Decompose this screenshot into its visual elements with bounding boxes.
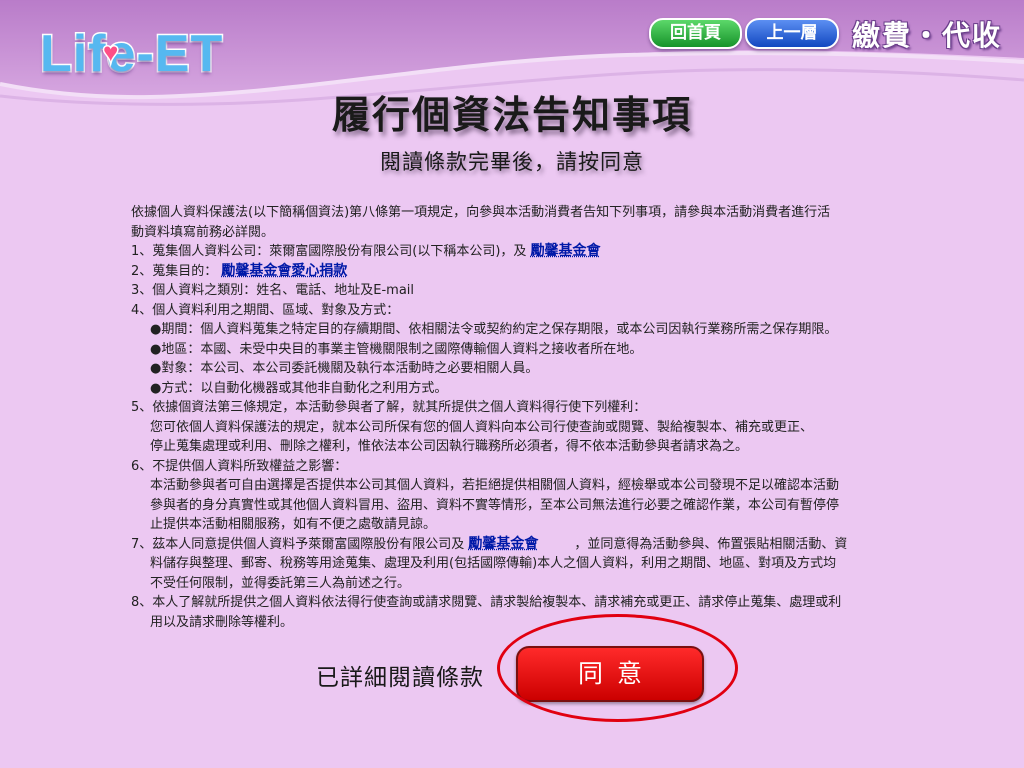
annotation-circle — [497, 614, 738, 722]
privacy-terms-text: 依據個人資料保護法(以下簡稱個資法)第八條第一項規定，向參與本活動消費者告知下列… — [131, 203, 897, 632]
terms-item-4-region: ●地區：本國、未受中央目的事業主管機關限制之國際傳輸個人資料之接收者所在地。 — [150, 341, 643, 357]
logo-text: Life-ET — [38, 25, 224, 83]
page-subtitle: 閱讀條款完畢後，請按同意 — [380, 150, 644, 174]
terms-item-5-line1: 您可依個人資料保護法的規定，就本公司所保有您的個人資料向本公司行使查詢或閱覽、製… — [150, 419, 814, 435]
terms-item-4-method: ●方式：以自動化機器或其他非自動化之利用方式。 — [150, 380, 448, 396]
page-title: 履行個資法告知事項 — [331, 93, 692, 137]
terms-item-2: 2、蒐集目的： 勵馨基金會愛心捐款 — [131, 262, 348, 279]
confirm-read-label: 已詳細閱讀條款 — [316, 665, 484, 691]
terms-item-4-target: ●對象：本公司、本公司委託機關及執行本活動時之必要相關人員。 — [150, 361, 539, 376]
terms-item-6-line1: 本活動參與者可自由選擇是否提供本公司其個人資料，若拒絕提供相關個人資料，經檢舉或… — [150, 478, 840, 493]
home-button[interactable]: 回首頁 — [649, 18, 742, 49]
terms-item-8: 8、本人了解就所提供之個人資料依法得行使查詢或請求閱覽、請求製給複製本、請求補充… — [131, 595, 842, 610]
terms-item-1: 1、蒐集個人資料公司：萊爾富國際股份有限公司(以下稱本公司)，及 勵馨基金會 — [131, 243, 601, 259]
terms-item-7: 7、茲本人同意提供個人資料予萊爾富國際股份有限公司及 勵馨基金會 ，並同意得為活動… — [131, 535, 848, 552]
terms-intro-cont: 動資料填寫前務必詳閱。 — [131, 224, 275, 240]
section-title: 繳費・代收 — [852, 19, 1003, 52]
terms-item-7-line2: 料儲存與整理、郵寄、稅務等用途蒐集、處理及利用(包括國際傳輸)本人之個人資料，利… — [150, 556, 837, 571]
life-et-logo[interactable]: ♥ Life-ET — [38, 25, 224, 83]
terms-item-4: 4、個人資料利用之期間、區域、對象及方式： — [131, 302, 400, 318]
org-name: 勵馨基金會 — [530, 243, 601, 259]
donation-purpose: 勵馨基金會愛心捐款 — [221, 262, 348, 279]
terms-item-3: 3、個人資料之類別：姓名、電話、地址及E-mail — [131, 283, 415, 298]
heart-icon: ♥ — [101, 37, 120, 67]
terms-item-6-line3: 止提供本活動相關服務，如有不便之處敬請見諒。 — [150, 517, 437, 532]
back-button[interactable]: 上一層 — [745, 18, 839, 49]
terms-intro: 依據個人資料保護法(以下簡稱個資法)第八條第一項規定，向參與本活動消費者告知下列… — [131, 205, 831, 220]
terms-item-5: 5、依據個資法第三條規定，本活動參與者了解，就其所提供之個人資料得行使下列權利： — [131, 400, 647, 415]
org-name: 勵馨基金會 — [468, 535, 539, 552]
terms-item-6-line2: 參與者的身分真實性或其他個人資料冒用、盜用、資料不實等情形，至本公司無法進行必要… — [150, 497, 840, 513]
terms-item-5-line2: 停止蒐集處理或利用、刪除之權利，惟依法本公司因執行職務所必須者，得不依本活動參與… — [150, 439, 749, 454]
terms-item-6: 6、不提供個人資料所致權益之影響： — [131, 458, 348, 474]
terms-item-4-period: ●期間：個人資料蒐集之特定目的存續期間、依相關法令或契約約定之保存期限，或本公司… — [150, 322, 838, 337]
terms-item-7-line3: 不受任何限制，並得委託第三人為前述之行。 — [150, 575, 411, 591]
terms-item-8-line2: 用以及請求刪除等權利。 — [150, 614, 294, 630]
